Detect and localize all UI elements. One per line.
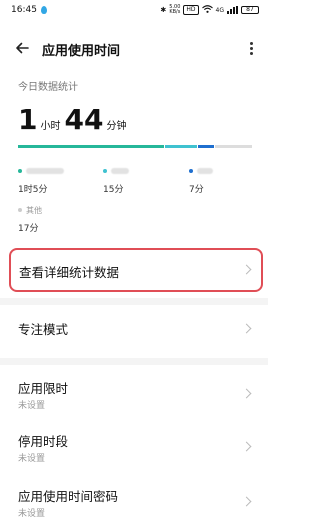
chevron-right-icon [241,323,252,334]
chevron-right-icon [241,388,252,399]
app-limit-status: 未设置 [18,401,46,411]
legend-item-other: 其他 17分 [18,205,42,234]
blurred-app-name [111,168,129,174]
hours-value: 1 [18,103,38,136]
focus-mode-row[interactable]: 专注模式 [0,305,268,351]
signal-icon [227,6,238,14]
usage-bar-segment [215,145,252,148]
app-limit-label: 应用限时 [18,381,69,396]
legend-dot [18,208,22,212]
network-type: 4G [215,6,224,14]
status-time: 16:45 [11,5,37,15]
legend-name: 其他 [26,205,42,215]
view-details-label: 查看详细统计数据 [19,265,120,280]
battery-icon: 87 [241,6,259,14]
app-limit-row[interactable]: 应用限时 未设置 [0,370,268,420]
today-stats-label: 今日数据统计 [18,82,78,93]
bluetooth-icon: ✱ [160,6,167,14]
usage-password-label: 应用使用时间密码 [18,489,119,504]
blurred-app-name [26,168,64,174]
legend-item-1: 1时5分 [18,166,64,195]
usage-bar [18,145,252,148]
status-left: 16:45 [11,5,47,15]
water-drop-icon [40,6,47,14]
chevron-right-icon [241,264,252,275]
minutes-unit: 分钟 [106,121,127,132]
legend-dot [103,169,107,173]
view-details-card[interactable]: 查看详细统计数据 [9,248,263,292]
hd-badge: HD [183,5,199,15]
legend-value: 1时5分 [18,185,48,195]
section-divider [0,358,268,365]
legend-value: 17分 [18,224,39,234]
chevron-right-icon [241,441,252,452]
more-options-icon[interactable] [248,40,254,56]
page-title: 应用使用时间 [42,44,121,59]
total-usage-time: 1 小时 44 分钟 [18,106,130,134]
usage-bar-segment [164,145,197,148]
back-arrow-icon[interactable] [14,40,30,56]
app-header: 应用使用时间 [0,34,268,62]
section-divider [0,298,268,305]
usage-bar-segment [18,145,164,148]
network-speed: 5.00 KB/s [169,4,181,15]
minutes-value: 44 [64,103,104,136]
usage-password-row[interactable]: 应用使用时间密码 未设置 [0,480,268,528]
focus-mode-label: 专注模式 [18,322,69,337]
legend-item-2: 15分 [103,166,129,195]
status-bar: 16:45 ✱ 5.00 KB/s HD 4G 87 [0,0,268,20]
legend-value: 7分 [189,185,204,195]
legend-item-3: 7分 [189,166,213,195]
downtime-status: 未设置 [18,454,46,464]
legend-value: 15分 [103,185,124,195]
hours-unit: 小时 [40,121,61,132]
blurred-app-name [197,168,213,174]
chevron-right-icon [241,496,252,507]
legend-dot [189,169,193,173]
wifi-icon [201,5,213,15]
legend-dot [18,169,22,173]
downtime-label: 停用时段 [18,434,69,449]
downtime-row[interactable]: 停用时段 未设置 [0,425,268,475]
status-right: ✱ 5.00 KB/s HD 4G 87 [160,5,259,15]
usage-bar-segment [197,145,215,148]
usage-password-status: 未设置 [18,509,46,519]
